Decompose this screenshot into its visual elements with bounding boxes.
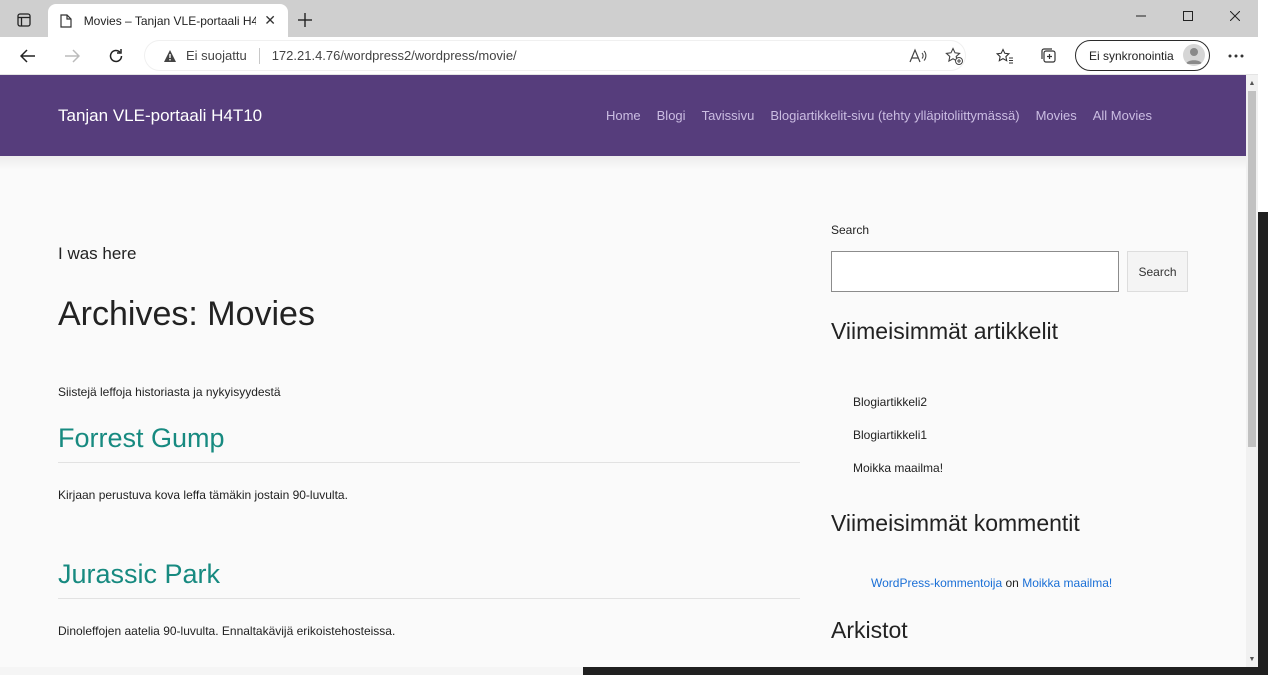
search-button[interactable]: Search — [1127, 251, 1188, 292]
forward-icon[interactable] — [58, 42, 86, 70]
post-item: Jurassic Park Dinoleffojen aatelia 90-lu… — [58, 559, 800, 638]
nav-item-tavissivu[interactable]: Tavissivu — [702, 108, 755, 123]
add-favorite-icon[interactable] — [944, 46, 964, 66]
desktop-edge — [1258, 0, 1268, 667]
maximize-icon[interactable] — [1164, 0, 1211, 32]
back-icon[interactable] — [14, 42, 42, 70]
recent-comment: WordPress-kommentoija on Moikka maailma! — [871, 576, 1112, 590]
archives-heading: Arkistot — [831, 617, 908, 643]
post-excerpt: Kirjaan perustuva kova leffa tämäkin jos… — [58, 488, 348, 502]
tab-strip: Movies – Tanjan VLE-portaali H4T10 ✕ — [0, 0, 1258, 37]
post-divider — [58, 598, 800, 599]
recent-posts-heading: Viimeisimmät artikkelit — [831, 318, 1059, 344]
collections-icon[interactable] — [1039, 46, 1059, 66]
nav-item-blogiartikkelit[interactable]: Blogiartikkelit-sivu (tehty ylläpitoliit… — [770, 108, 1019, 123]
site-title[interactable]: Tanjan VLE-portaali H4T10 — [58, 106, 262, 126]
archive-description: Siistejä leffoja historiasta ja nykyisyy… — [58, 385, 281, 399]
nav-item-blogi[interactable]: Blogi — [657, 108, 686, 123]
recent-posts-list: Blogiartikkeli2 Blogiartikkeli1 Moikka m… — [853, 395, 943, 494]
header-shadow — [0, 156, 1246, 170]
profile-button[interactable]: Ei synkronointia — [1075, 40, 1210, 71]
scroll-down-icon[interactable]: ▼ — [1246, 652, 1258, 666]
nav-item-movies[interactable]: Movies — [1036, 108, 1077, 123]
security-label[interactable]: Ei suojattu — [186, 48, 247, 63]
warning-icon[interactable] — [162, 48, 178, 64]
post-title-link[interactable]: Forrest Gump — [58, 423, 800, 454]
page-scrollbar[interactable]: ▲ ▼ — [1246, 75, 1258, 667]
close-tab-icon[interactable]: ✕ — [262, 12, 278, 29]
scroll-up-icon[interactable]: ▲ — [1246, 76, 1258, 90]
window-controls — [1117, 0, 1258, 32]
comment-connector: on — [1005, 576, 1019, 590]
address-separator — [258, 47, 260, 64]
tab-title: Movies – Tanjan VLE-portaali H4T10 — [83, 13, 257, 28]
page-icon — [58, 13, 74, 29]
scrollbar-thumb[interactable] — [1248, 91, 1256, 447]
site-header: Tanjan VLE-portaali H4T10 Home Blogi Tav… — [0, 75, 1246, 156]
site-nav: Home Blogi Tavissivu Blogiartikkelit-siv… — [606, 108, 1152, 123]
archive-title: Archives: Movies — [58, 295, 315, 333]
search-input[interactable] — [831, 251, 1119, 292]
active-tab[interactable]: Movies – Tanjan VLE-portaali H4T10 ✕ — [48, 4, 288, 37]
post-divider — [58, 462, 800, 463]
recent-post-link[interactable]: Blogiartikkeli1 — [853, 428, 943, 461]
recent-post-link[interactable]: Blogiartikkeli2 — [853, 395, 943, 428]
avatar-icon — [1183, 44, 1205, 66]
page-viewport: Tanjan VLE-portaali H4T10 Home Blogi Tav… — [0, 75, 1258, 667]
search-label: Search — [831, 223, 870, 237]
url-text[interactable]: 172.21.4.76/wordpress2/wordpress/movie/ — [272, 48, 517, 63]
recent-post-link[interactable]: Moikka maailma! — [853, 461, 943, 494]
browser-window: Movies – Tanjan VLE-portaali H4T10 ✕ Ei … — [0, 0, 1258, 667]
more-options-icon[interactable] — [1226, 46, 1246, 66]
refresh-icon[interactable] — [102, 42, 130, 70]
close-window-icon[interactable] — [1211, 0, 1258, 32]
comment-author-link[interactable]: WordPress-kommentoija — [871, 576, 1002, 590]
post-item: Forrest Gump Kirjaan perustuva kova leff… — [58, 423, 800, 502]
nav-item-home[interactable]: Home — [606, 108, 641, 123]
desktop-edge-bottom — [0, 667, 1268, 675]
comment-post-link[interactable]: Moikka maailma! — [1022, 576, 1112, 590]
minimize-icon[interactable] — [1117, 0, 1164, 32]
tab-actions-icon[interactable] — [8, 6, 40, 34]
new-tab-icon[interactable] — [292, 8, 318, 32]
post-title-link[interactable]: Jurassic Park — [58, 559, 800, 590]
favorites-icon[interactable] — [995, 46, 1015, 66]
page-note: I was here — [58, 244, 137, 263]
post-excerpt: Dinoleffojen aatelia 90-luvulta. Ennalta… — [58, 624, 396, 638]
recent-comments-heading: Viimeisimmät kommentit — [831, 510, 1080, 536]
read-aloud-icon[interactable] — [908, 46, 928, 66]
address-bar[interactable]: Ei suojattu 172.21.4.76/wordpress2/wordp… — [144, 40, 966, 71]
profile-label: Ei synkronointia — [1089, 48, 1174, 63]
browser-toolbar: Ei suojattu 172.21.4.76/wordpress2/wordp… — [0, 37, 1258, 75]
nav-item-all-movies[interactable]: All Movies — [1093, 108, 1152, 123]
